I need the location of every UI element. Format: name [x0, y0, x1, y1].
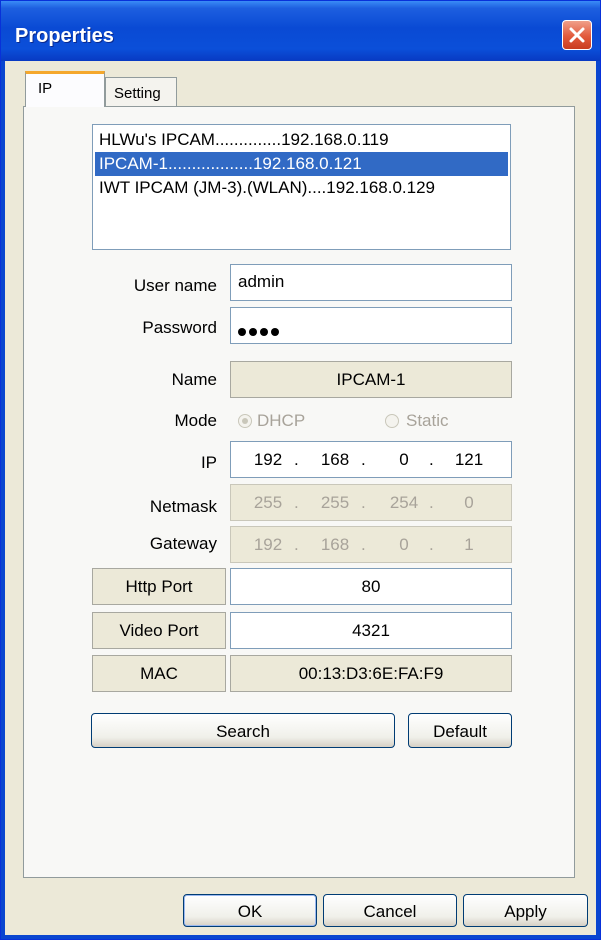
user-name-input[interactable]: admin	[230, 264, 512, 301]
tab-setting[interactable]: Setting	[105, 77, 177, 106]
list-item[interactable]: HLWu's IPCAM..............192.168.0.119	[95, 128, 508, 152]
list-item[interactable]: IWT IPCAM (JM-3).(WLAN)....192.168.0.129	[95, 176, 508, 200]
password-dot	[271, 328, 279, 336]
http-port-input[interactable]: 80	[230, 568, 512, 605]
ok-button-label: OK	[237, 902, 263, 921]
ip-octet[interactable]: 0	[381, 450, 427, 470]
properties-dialog: Properties IP Setting HLWu's IPCAM......…	[0, 0, 601, 940]
list-item-selected[interactable]: IPCAM-1..................192.168.0.121	[95, 152, 508, 176]
http-port-label: Http Port	[125, 577, 193, 596]
window-border-bottom	[1, 935, 600, 939]
ip-label: IP	[200, 453, 217, 472]
user-name-value: admin	[238, 272, 285, 291]
search-button[interactable]: Search	[91, 713, 395, 748]
ip-octet[interactable]: 121	[446, 450, 492, 470]
mac-label-box: MAC	[92, 655, 226, 692]
user-name-label: User name	[133, 276, 217, 295]
gateway-octet: 168	[320, 535, 350, 554]
default-button-label: Default	[433, 722, 487, 741]
ip-address-input[interactable]: 192 . 168 . 0 . 121	[230, 441, 512, 478]
http-port-value: 80	[361, 577, 381, 596]
password-label: Password	[142, 318, 217, 337]
gateway-dot: .	[361, 535, 366, 554]
netmask-octet: 255	[320, 493, 350, 512]
password-dot	[249, 328, 257, 336]
ok-button[interactable]: OK	[183, 894, 317, 927]
ip-octet[interactable]: 168	[312, 450, 358, 470]
ip-octet[interactable]: 192	[245, 450, 291, 470]
apply-button[interactable]: Apply	[463, 894, 588, 927]
password-mask	[238, 321, 282, 341]
ip-dot: .	[429, 450, 434, 469]
netmask-dot: .	[294, 493, 299, 512]
netmask-octet: 0	[464, 493, 474, 512]
gateway-dot: .	[294, 535, 299, 554]
cancel-button[interactable]: Cancel	[323, 894, 457, 927]
dhcp-radio[interactable]	[238, 414, 252, 428]
dhcp-radio-label: DHCP	[257, 411, 306, 430]
netmask-dot: .	[429, 493, 434, 512]
ip-dot: .	[294, 450, 299, 469]
netmask-dot: .	[361, 493, 366, 512]
mode-label: Mode	[174, 411, 217, 430]
netmask-octet: 254	[389, 493, 419, 512]
window-border-left	[1, 61, 5, 939]
close-icon	[569, 27, 585, 43]
gateway-octet: 1	[464, 535, 474, 554]
tab-ip-label: IP	[38, 80, 53, 97]
default-button[interactable]: Default	[408, 713, 512, 748]
http-port-label-box: Http Port	[92, 568, 226, 605]
mac-label: MAC	[140, 664, 178, 683]
device-list[interactable]: HLWu's IPCAM..............192.168.0.119 …	[92, 124, 511, 250]
window-border-right	[596, 61, 600, 939]
netmask-octet: 255	[253, 493, 283, 512]
static-radio-label: Static	[406, 411, 449, 430]
tab-ip[interactable]: IP	[25, 71, 105, 107]
name-label: Name	[171, 370, 217, 389]
netmask-label: Netmask	[149, 497, 217, 516]
gateway-octet: 192	[253, 535, 283, 554]
password-input[interactable]	[230, 307, 512, 344]
password-dot	[260, 328, 268, 336]
name-field: IPCAM-1	[230, 361, 512, 398]
gateway-input: 192 . 168 . 0 . 1	[230, 526, 512, 563]
password-dot	[238, 328, 246, 336]
search-button-label: Search	[216, 722, 270, 741]
video-port-label: Video Port	[119, 621, 199, 640]
close-button[interactable]	[562, 20, 592, 50]
gateway-octet: 0	[399, 535, 409, 554]
gateway-dot: .	[429, 535, 434, 554]
static-radio[interactable]	[385, 414, 399, 428]
video-port-label-box: Video Port	[92, 612, 226, 649]
apply-button-label: Apply	[504, 902, 547, 921]
video-port-input[interactable]: 4321	[230, 612, 512, 649]
ip-dot: .	[361, 450, 366, 469]
tab-setting-label: Setting	[114, 85, 161, 102]
title-bar[interactable]: Properties	[1, 1, 600, 61]
mac-field: 00:13:D3:6E:FA:F9	[230, 655, 512, 692]
mac-value: 00:13:D3:6E:FA:F9	[298, 664, 444, 683]
cancel-button-label: Cancel	[363, 902, 417, 921]
name-value: IPCAM-1	[336, 370, 406, 389]
video-port-value: 4321	[352, 621, 390, 640]
netmask-input: 255 . 255 . 254 . 0	[230, 484, 512, 521]
window-title: Properties	[15, 25, 114, 47]
gateway-label: Gateway	[149, 534, 217, 553]
